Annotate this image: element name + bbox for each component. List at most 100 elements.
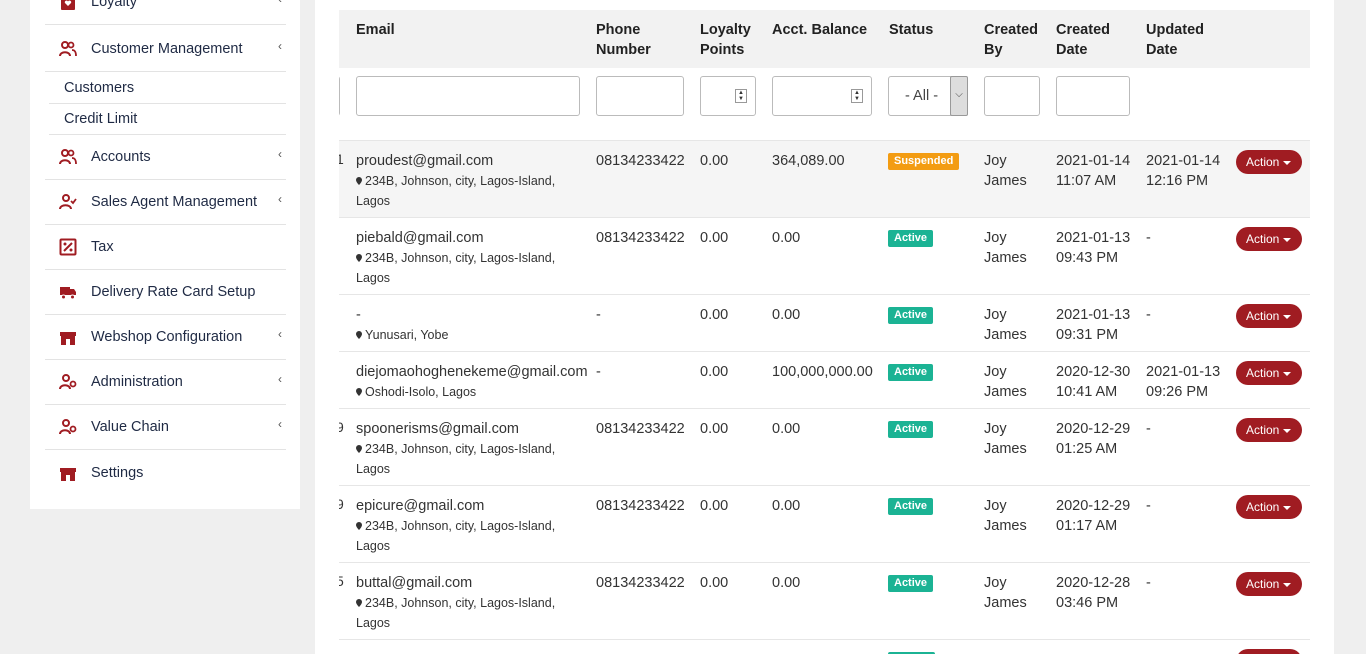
column-header-phone[interactable]: Phone Number xyxy=(596,20,676,60)
phone-filter-input[interactable] xyxy=(596,76,684,116)
created-by-first: Joy xyxy=(984,307,1007,323)
sidebar-subitem-credit-limit[interactable]: Credit Limit xyxy=(49,104,286,135)
sidebar-item-label: Value Chain xyxy=(91,419,169,435)
created-date-cell: 2021-01-13 09:31 PM xyxy=(1056,305,1130,345)
email-cell: proudest@gmail.com xyxy=(356,153,494,169)
sidebar-item-label: Customer Management xyxy=(91,41,243,57)
caret-down-icon xyxy=(1283,428,1292,433)
created-by-cell: Joy James xyxy=(984,362,1027,402)
table-row-partial xyxy=(339,639,1310,654)
column-header-created-by[interactable]: Created By xyxy=(984,20,1046,60)
customers-table: Email Phone Number Loyalty Points Acct. … xyxy=(339,10,1310,654)
updated-date-cell: - xyxy=(1146,496,1151,516)
created-by-cell: Joy James xyxy=(984,151,1027,191)
created-time: 03:46 PM xyxy=(1056,595,1119,611)
created-by-cell: Joy James xyxy=(984,496,1027,536)
sidebar-item-customer-management[interactable]: Customer Management ‹ xyxy=(45,27,286,72)
truncated-cell-text: 9 xyxy=(339,496,344,512)
created-by-last: James xyxy=(984,250,1027,266)
action-dropdown-button[interactable]: Action xyxy=(1236,418,1302,442)
map-marker-icon xyxy=(356,522,362,530)
updated-date-cell: - xyxy=(1146,305,1151,325)
balance-cell: 0.00 xyxy=(772,575,801,591)
sidebar-item-sales-agent-management[interactable]: Sales Agent Management ‹ xyxy=(45,180,286,225)
sidebar: Loyalty ‹ Customer Management ‹ Customer… xyxy=(30,0,300,509)
number-spinner-icon[interactable]: ▲ ▼ xyxy=(851,89,863,103)
chevron-left-icon: ‹ xyxy=(278,0,282,6)
address-line-2: Lagos xyxy=(356,462,391,476)
table-row: piebald@gmail.com 234B, Johnson, city, La… xyxy=(339,217,1310,294)
balance-cell: 0.00 xyxy=(772,230,801,246)
loyalty-filter-input[interactable]: ▲ ▼ xyxy=(700,76,756,116)
action-label: Action xyxy=(1246,500,1280,514)
created-date-filter-input[interactable] xyxy=(1056,76,1130,116)
sidebar-item-label: Sales Agent Management xyxy=(91,194,258,210)
action-dropdown-button[interactable]: Action xyxy=(1236,572,1302,596)
status-badge: Active xyxy=(888,307,934,324)
created-date: 2020-12-29 xyxy=(1056,498,1131,514)
number-spinner-icon[interactable]: ▲ ▼ xyxy=(735,89,747,103)
table-row: 5 buttal@gmail.com 234B, Johnson, city, La… xyxy=(339,562,1310,639)
status-badge: Active xyxy=(888,498,934,515)
action-label: Action xyxy=(1246,366,1280,380)
sidebar-subitem-customers[interactable]: Customers xyxy=(49,73,286,104)
sidebar-item-settings[interactable]: Settings xyxy=(45,450,286,495)
address-line-2: Lagos xyxy=(356,539,391,553)
filter-row: ▲ ▼ ▲ ▼ - All - ⌵ xyxy=(339,68,1310,140)
loyalty-cell: 0.00 xyxy=(700,421,729,437)
action-dropdown-button[interactable]: Action xyxy=(1236,227,1302,251)
gift-icon xyxy=(45,0,91,11)
created-by-filter-input[interactable] xyxy=(984,76,1040,116)
column-header-created-date[interactable]: Created Date xyxy=(1056,20,1118,60)
balance-cell: 100,000,000.00 xyxy=(772,364,873,380)
sidebar-item-value-chain[interactable]: Value Chain ‹ xyxy=(45,405,286,450)
balance-filter-input[interactable]: ▲ ▼ xyxy=(772,76,872,116)
sidebar-item-accounts[interactable]: Accounts ‹ xyxy=(45,135,286,180)
email-cell: piebald@gmail.com xyxy=(356,230,484,246)
action-label: Action xyxy=(1246,423,1280,437)
chevron-down-icon[interactable]: ⌵ xyxy=(950,76,968,116)
address-line: 234B, Johnson, city, Lagos-Island, xyxy=(356,439,555,459)
column-header-balance[interactable]: Acct. Balance xyxy=(772,20,867,40)
action-dropdown-button[interactable]: Action xyxy=(1236,150,1302,174)
column-header-email[interactable]: Email xyxy=(356,20,395,40)
caret-down-icon xyxy=(1283,160,1292,165)
created-by-cell: Joy James xyxy=(984,573,1027,613)
status-badge: Suspended xyxy=(888,153,960,170)
column-header-updated-date[interactable]: Updated Date xyxy=(1146,20,1208,60)
status-filter-select[interactable]: - All - ⌵ xyxy=(888,76,968,116)
caret-down-icon xyxy=(1283,237,1292,242)
sidebar-item-label: Tax xyxy=(91,239,114,255)
status-select-value: - All - xyxy=(905,88,939,104)
percent-icon xyxy=(45,238,91,256)
sidebar-item-loyalty[interactable]: Loyalty ‹ xyxy=(45,0,286,25)
sidebar-item-webshop-configuration[interactable]: Webshop Configuration ‹ xyxy=(45,315,286,360)
created-by-first: Joy xyxy=(984,498,1007,514)
caret-down-icon xyxy=(1283,314,1292,319)
created-by-cell: Joy James xyxy=(984,228,1027,268)
created-by-last: James xyxy=(984,384,1027,400)
phone-cell: - xyxy=(596,307,601,323)
store-icon xyxy=(45,328,91,346)
column-header-status[interactable]: Status xyxy=(889,20,933,40)
map-marker-icon xyxy=(356,388,362,396)
action-dropdown-button[interactable] xyxy=(1236,649,1302,654)
sidebar-item-delivery-rate-card-setup[interactable]: Delivery Rate Card Setup xyxy=(45,270,286,315)
action-dropdown-button[interactable]: Action xyxy=(1236,495,1302,519)
action-dropdown-button[interactable]: Action xyxy=(1236,361,1302,385)
address-line: Oshodi-Isolo, Lagos xyxy=(356,382,476,402)
phone-cell: 08134233422 xyxy=(596,575,685,591)
address-line-2: Lagos xyxy=(356,271,391,285)
updated-date: 2021-01-13 xyxy=(1146,364,1221,380)
truncated-cell-text: 9 xyxy=(339,419,344,435)
sidebar-item-tax[interactable]: Tax xyxy=(45,225,286,270)
filter-input-partial[interactable] xyxy=(339,76,340,116)
sidebar-item-administration[interactable]: Administration ‹ xyxy=(45,360,286,405)
column-header-loyalty[interactable]: Loyalty Points xyxy=(700,20,760,60)
updated-date-cell: 2021-01-14 12:16 PM xyxy=(1146,151,1220,191)
loyalty-cell: 0.00 xyxy=(700,153,729,169)
created-date-cell: 2020-12-28 03:46 PM xyxy=(1056,573,1130,613)
email-filter-input[interactable] xyxy=(356,76,580,116)
created-by-last: James xyxy=(984,173,1027,189)
action-dropdown-button[interactable]: Action xyxy=(1236,304,1302,328)
